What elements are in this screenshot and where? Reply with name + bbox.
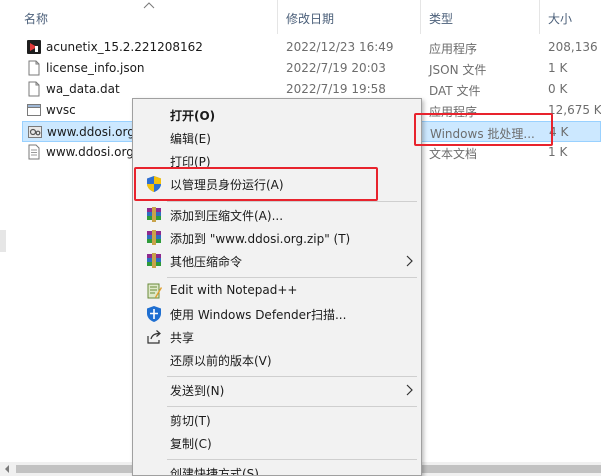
submenu-arrow-icon <box>406 255 413 267</box>
context-menu: 打开(O) 编辑(E) 打印(P) 以管理员身份运行(A) 添加到压缩文件(A)… <box>132 98 422 476</box>
menu-separator <box>167 277 417 278</box>
menu-item-add-to-archive[interactable]: 添加到压缩文件(A)... <box>135 204 419 226</box>
menu-item-label: 使用 Windows Defender扫描... <box>170 308 347 322</box>
menu-item-label: 共享 <box>170 331 195 345</box>
menu-item-copy[interactable]: 复制(C) <box>135 432 419 454</box>
menu-separator <box>167 406 417 407</box>
file-type: DAT 文件 <box>429 84 481 98</box>
menu-item-share[interactable]: 共享 <box>135 326 419 348</box>
file-date: 2022/7/19 19:58 <box>286 82 386 96</box>
file-size: 0 K <box>548 82 568 96</box>
highlight-frame-type <box>414 113 553 146</box>
file-type: 文本文档 <box>429 147 478 161</box>
column-divider[interactable] <box>277 0 278 34</box>
menu-separator <box>167 201 417 202</box>
menu-item-create-shortcut[interactable]: 创建快捷方式(S) <box>135 462 419 476</box>
menu-item-label: 其他压缩命令 <box>170 255 243 269</box>
menu-item-label: 添加到压缩文件(A)... <box>170 209 284 223</box>
acunetix-app-icon <box>27 40 41 54</box>
notepadpp-icon <box>147 283 162 299</box>
column-size[interactable]: 大小 <box>548 10 572 27</box>
menu-item-label: 创建快捷方式(S) <box>170 467 259 476</box>
file-name: wvsc <box>46 103 76 117</box>
menu-item-label: 复制(C) <box>170 437 212 451</box>
column-divider[interactable] <box>420 0 421 34</box>
dat-file-icon <box>28 81 40 97</box>
file-name: wa_data.dat <box>46 82 120 96</box>
menu-item-add-to-zip[interactable]: 添加到 "www.ddosi.org.zip" (T) <box>135 227 419 249</box>
app-icon <box>27 104 41 116</box>
winrar-icon <box>147 207 161 222</box>
menu-item-send-to[interactable]: 发送到(N) <box>135 379 419 401</box>
file-name: www.ddosi.org <box>47 125 135 139</box>
file-size: 1 K <box>548 61 568 75</box>
menu-separator <box>167 376 417 377</box>
menu-separator <box>167 459 417 460</box>
file-row[interactable]: wa_data.dat 2022/7/19 19:58 DAT 文件 0 K <box>22 79 601 100</box>
file-size: 1 K <box>548 145 568 159</box>
menu-item-label: 打开(O) <box>170 109 216 123</box>
menu-item-label: 发送到(N) <box>170 384 225 398</box>
menu-item-label: 剪切(T) <box>170 414 211 428</box>
submenu-arrow-icon <box>406 384 413 396</box>
menu-item-defender-scan[interactable]: 使用 Windows Defender扫描... <box>135 303 419 325</box>
menu-item-other-compress[interactable]: 其他压缩命令 <box>135 250 419 272</box>
file-name: acunetix_15.2.221208162 <box>46 40 203 54</box>
navigation-pane-edge <box>0 230 6 252</box>
file-size: 12,675 K <box>548 103 601 117</box>
file-row[interactable]: acunetix_15.2.221208162 2022/12/23 16:49… <box>22 37 601 58</box>
menu-item-label: Edit with Notepad++ <box>170 283 298 297</box>
menu-item-open[interactable]: 打开(O) <box>135 104 419 126</box>
batch-file-icon <box>28 126 42 138</box>
file-type: 应用程序 <box>429 42 478 56</box>
menu-item-restore-versions[interactable]: 还原以前的版本(V) <box>135 349 419 371</box>
file-name: www.ddosi.org <box>46 145 134 159</box>
sort-ascending-icon[interactable] <box>143 1 155 9</box>
menu-item-edit[interactable]: 编辑(E) <box>135 127 419 149</box>
json-file-icon <box>28 60 40 76</box>
file-row[interactable]: license_info.json 2022/7/19 20:03 JSON 文… <box>22 58 601 79</box>
column-date[interactable]: 修改日期 <box>286 10 334 27</box>
scroll-left-icon[interactable] <box>3 464 11 474</box>
winrar-icon <box>147 230 161 245</box>
menu-item-label: 还原以前的版本(V) <box>170 354 272 368</box>
share-icon <box>147 330 161 344</box>
file-type: JSON 文件 <box>429 63 487 77</box>
file-date: 2022/7/19 20:03 <box>286 61 386 75</box>
column-name[interactable]: 名称 <box>24 10 48 27</box>
winrar-icon <box>147 253 161 268</box>
column-type[interactable]: 类型 <box>429 10 453 27</box>
windows-defender-icon <box>147 306 161 322</box>
column-header: 名称 修改日期 类型 大小 <box>0 0 601 34</box>
file-date: 2022/12/23 16:49 <box>286 40 394 54</box>
menu-item-cut[interactable]: 剪切(T) <box>135 409 419 431</box>
highlight-frame-run-as-admin <box>134 167 378 201</box>
file-name: license_info.json <box>46 61 145 75</box>
menu-item-label: 添加到 "www.ddosi.org.zip" (T) <box>170 232 351 246</box>
column-divider[interactable] <box>539 0 540 34</box>
text-file-icon <box>28 144 40 160</box>
menu-item-label: 编辑(E) <box>170 132 211 146</box>
file-size: 208,136 K <box>548 40 601 54</box>
menu-item-edit-notepadpp[interactable]: Edit with Notepad++ <box>135 280 419 302</box>
